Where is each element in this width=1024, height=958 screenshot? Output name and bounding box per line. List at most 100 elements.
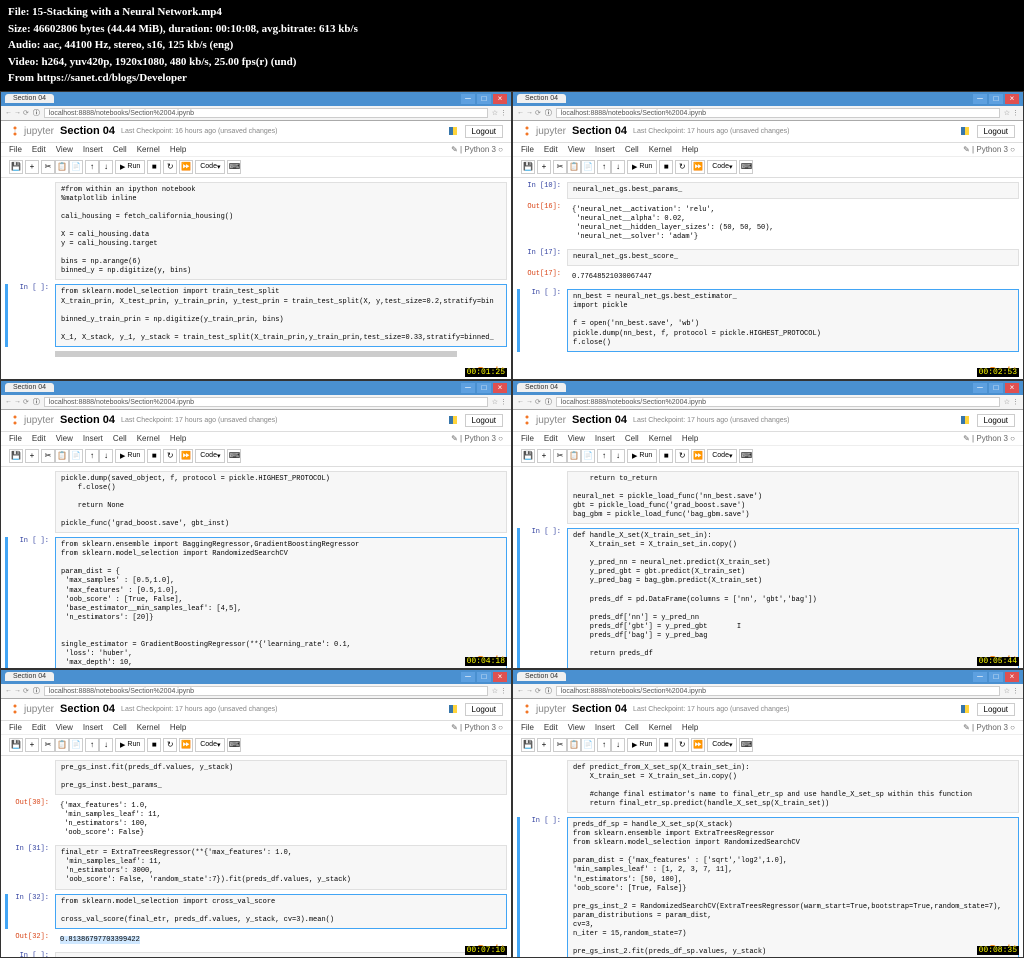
paste-icon[interactable]: 📄 [581, 449, 595, 463]
code-cell[interactable]: from sklearn.model_selection import trai… [55, 284, 507, 347]
back-icon[interactable]: ← [517, 109, 524, 117]
code-cell[interactable]: nn_best = neural_net_gs.best_estimator_ … [567, 289, 1019, 352]
move-up-icon[interactable]: ↑ [85, 738, 99, 752]
forward-icon[interactable]: → [14, 398, 21, 406]
paste-icon[interactable]: 📄 [581, 738, 595, 752]
url-input[interactable]: localhost:8888/notebooks/Section%2004.ip… [556, 397, 1000, 407]
reload-icon[interactable]: ⟳ [23, 109, 29, 117]
move-down-icon[interactable]: ↓ [611, 738, 625, 752]
menu-view[interactable]: View [56, 145, 73, 154]
menu-kernel[interactable]: Kernel [137, 434, 160, 443]
menu-edit[interactable]: Edit [544, 434, 558, 443]
menu-help[interactable]: Help [170, 145, 186, 154]
menu-view[interactable]: View [568, 434, 585, 443]
command-palette-icon[interactable]: ⌨ [739, 449, 753, 463]
menu-help[interactable]: Help [170, 434, 186, 443]
command-palette-icon[interactable]: ⌨ [739, 738, 753, 752]
window-close[interactable]: × [493, 383, 507, 393]
window-close[interactable]: × [1005, 94, 1019, 104]
run-button[interactable]: ▶ Run [627, 449, 657, 463]
reload-icon[interactable]: ⟳ [535, 687, 541, 695]
menu-file[interactable]: File [9, 145, 22, 154]
save-icon[interactable]: 💾 [521, 738, 535, 752]
move-up-icon[interactable]: ↑ [597, 160, 611, 174]
fast-forward-icon[interactable]: ⏩ [179, 738, 193, 752]
run-button[interactable]: ▶ Run [627, 160, 657, 174]
copy-icon[interactable]: 📋 [55, 449, 69, 463]
notebook-area[interactable]: #from within an ipython notebook %matplo… [1, 178, 511, 379]
menu-insert[interactable]: Insert [595, 434, 615, 443]
notebook-area[interactable]: return to_return neural_net = pickle_loa… [513, 467, 1023, 668]
browser-tab[interactable]: Section 04 [517, 383, 566, 392]
menu-edit[interactable]: Edit [32, 434, 46, 443]
url-input[interactable]: localhost:8888/notebooks/Section%2004.ip… [556, 108, 1000, 118]
restart-icon[interactable]: ↻ [163, 160, 177, 174]
logout-button[interactable]: Logout [465, 414, 503, 427]
window-minimize[interactable]: ─ [461, 383, 475, 393]
notebook-area[interactable]: pre_gs_inst.fit(preds_df.values, y_stack… [1, 756, 511, 957]
menu-file[interactable]: File [9, 434, 22, 443]
code-cell[interactable]: def predict_from_X_set_sp(X_train_set_in… [567, 760, 1019, 813]
copy-icon[interactable]: 📋 [567, 738, 581, 752]
cut-icon[interactable]: ✂ [553, 160, 567, 174]
paste-icon[interactable]: 📄 [69, 738, 83, 752]
menu-kernel[interactable]: Kernel [137, 145, 160, 154]
add-cell-icon[interactable]: + [537, 738, 551, 752]
code-cell[interactable]: final_etr = ExtraTreesRegressor(**{'max_… [55, 845, 507, 889]
menu-edit[interactable]: Edit [32, 723, 46, 732]
menu-file[interactable]: File [9, 723, 22, 732]
menu-insert[interactable]: Insert [83, 145, 103, 154]
code-cell[interactable]: neural_net_gs.best_score_ [567, 249, 1019, 266]
back-icon[interactable]: ← [5, 687, 12, 695]
logout-button[interactable]: Logout [977, 703, 1015, 716]
menu-cell[interactable]: Cell [113, 434, 127, 443]
paste-icon[interactable]: 📄 [69, 449, 83, 463]
code-cell[interactable]: def handle_X_set(X_train_set_in): X_trai… [567, 528, 1019, 668]
move-down-icon[interactable]: ↓ [611, 160, 625, 174]
reload-icon[interactable]: ⟳ [535, 398, 541, 406]
reload-icon[interactable]: ⟳ [23, 398, 29, 406]
window-close[interactable]: × [493, 94, 507, 104]
menu-help[interactable]: Help [682, 145, 698, 154]
add-cell-icon[interactable]: + [537, 449, 551, 463]
move-up-icon[interactable]: ↑ [85, 449, 99, 463]
move-up-icon[interactable]: ↑ [597, 738, 611, 752]
menu-insert[interactable]: Insert [595, 723, 615, 732]
menu-cell[interactable]: Cell [625, 145, 639, 154]
forward-icon[interactable]: → [14, 109, 21, 117]
notebook-title[interactable]: Section 04 [572, 125, 627, 137]
cut-icon[interactable]: ✂ [41, 160, 55, 174]
jupyter-logo[interactable]: jupyter [521, 703, 566, 715]
logout-button[interactable]: Logout [977, 414, 1015, 427]
add-cell-icon[interactable]: + [25, 160, 39, 174]
notebook-area[interactable]: In [10]:neural_net_gs.best_params_ Out[1… [513, 178, 1023, 379]
forward-icon[interactable]: → [14, 687, 21, 695]
fast-forward-icon[interactable]: ⏩ [179, 449, 193, 463]
forward-icon[interactable]: → [526, 109, 533, 117]
command-palette-icon[interactable]: ⌨ [227, 449, 241, 463]
notebook-title[interactable]: Section 04 [60, 125, 115, 137]
url-input[interactable]: localhost:8888/notebooks/Section%2004.ip… [44, 397, 488, 407]
notebook-area[interactable]: pickle.dump(saved_object, f, protocol = … [1, 467, 511, 668]
run-button[interactable]: ▶ Run [115, 449, 145, 463]
move-down-icon[interactable]: ↓ [99, 738, 113, 752]
save-icon[interactable]: 💾 [9, 160, 23, 174]
cell-type-select[interactable]: Code ▾ [707, 160, 737, 174]
browser-tab[interactable]: Section 04 [5, 383, 54, 392]
move-up-icon[interactable]: ↑ [85, 160, 99, 174]
menu-edit[interactable]: Edit [544, 723, 558, 732]
back-icon[interactable]: ← [517, 398, 524, 406]
menu-edit[interactable]: Edit [32, 145, 46, 154]
window-minimize[interactable]: ─ [973, 383, 987, 393]
copy-icon[interactable]: 📋 [55, 738, 69, 752]
reload-icon[interactable]: ⟳ [535, 109, 541, 117]
menu-cell[interactable]: Cell [113, 145, 127, 154]
forward-icon[interactable]: → [526, 398, 533, 406]
stop-icon[interactable]: ■ [147, 160, 161, 174]
menu-cell[interactable]: Cell [625, 434, 639, 443]
save-icon[interactable]: 💾 [521, 160, 535, 174]
cut-icon[interactable]: ✂ [553, 449, 567, 463]
menu-help[interactable]: Help [682, 434, 698, 443]
window-minimize[interactable]: ─ [973, 672, 987, 682]
notebook-title[interactable]: Section 04 [572, 703, 627, 715]
